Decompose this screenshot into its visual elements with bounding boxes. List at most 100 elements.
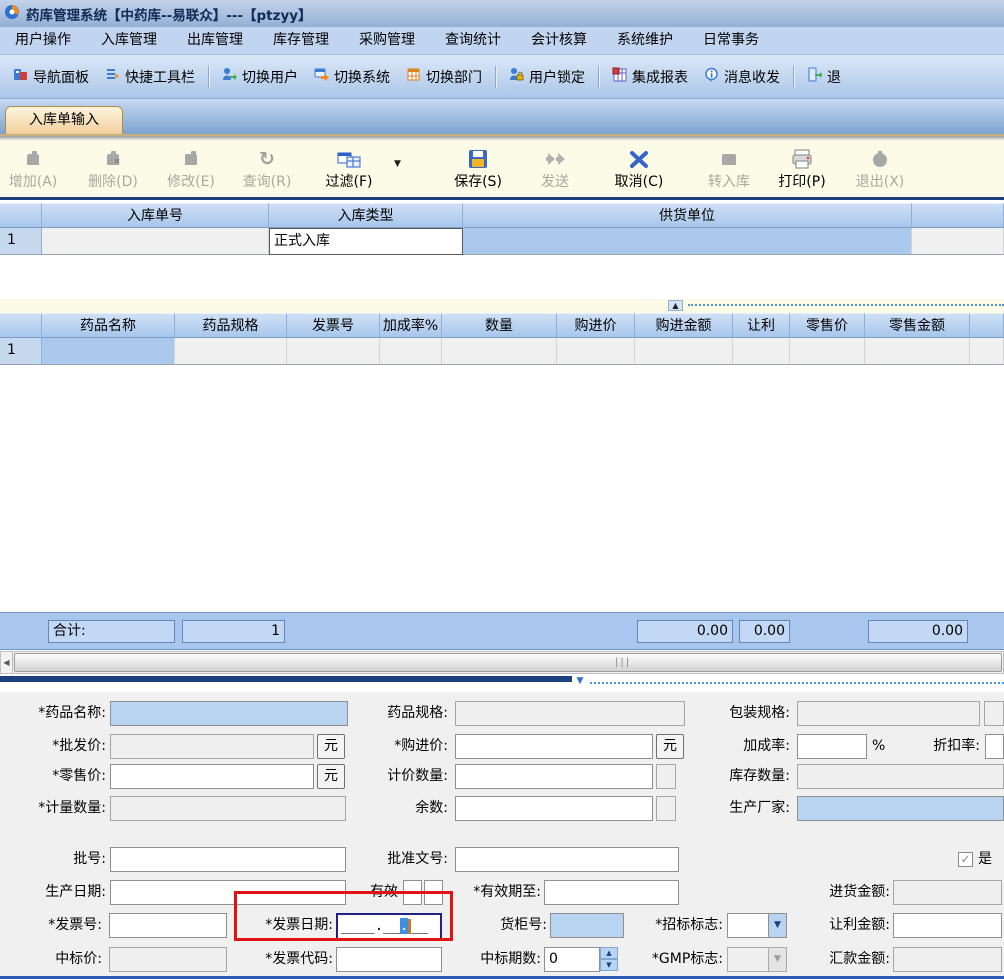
- save-button[interactable]: 保存(S): [446, 144, 510, 194]
- switch-dept-button[interactable]: 切换部门: [399, 64, 489, 90]
- exit-system-button[interactable]: 退: [800, 64, 848, 90]
- retail-price-cell[interactable]: [790, 338, 865, 365]
- supplier-cell[interactable]: [463, 228, 912, 255]
- column-header-invoice-no[interactable]: 发票号: [287, 313, 380, 338]
- send-button[interactable]: 发送: [524, 144, 586, 194]
- retail-amount-cell[interactable]: [865, 338, 970, 365]
- batch-no-field[interactable]: [110, 847, 346, 872]
- delete-button[interactable]: 删除(D): [82, 144, 144, 194]
- purchase-price-field[interactable]: [455, 734, 653, 759]
- menu-item-user-operations[interactable]: 用户操作: [0, 27, 86, 54]
- bid-periods-field[interactable]: 0: [544, 947, 600, 972]
- purchase-unit-button[interactable]: 元: [656, 734, 684, 759]
- stock-qty-field[interactable]: [797, 764, 1004, 789]
- cancel-button[interactable]: 取消(C): [606, 144, 672, 194]
- spin-up-icon[interactable]: ▲: [600, 947, 618, 959]
- modify-button[interactable]: 修改(E): [160, 144, 222, 194]
- column-header-purchase-amount[interactable]: 购进金额: [635, 313, 733, 338]
- invoice-no-field[interactable]: [109, 913, 227, 938]
- cabinet-no-field[interactable]: [550, 913, 624, 938]
- purchase-price-cell[interactable]: [557, 338, 635, 365]
- filter-button[interactable]: 过滤(F): [318, 144, 380, 194]
- quantity-cell[interactable]: [442, 338, 557, 365]
- drug-spec-cell[interactable]: [175, 338, 287, 365]
- column-header-rebate[interactable]: 让利: [733, 313, 790, 338]
- add-button[interactable]: 增加(A): [2, 144, 64, 194]
- invoice-date-field[interactable]: ____.__. __: [336, 913, 442, 940]
- chevron-down-icon[interactable]: ▼: [768, 914, 786, 937]
- retail-price-field[interactable]: [110, 764, 314, 789]
- inbound-type-cell[interactable]: 正式入库: [269, 228, 463, 255]
- pane-splitter-top[interactable]: ▲: [0, 299, 1004, 313]
- drug-spec-field[interactable]: [455, 701, 685, 726]
- column-header-drug-name[interactable]: 药品名称: [42, 313, 175, 338]
- gmp-flag-dropdown[interactable]: ▼: [727, 947, 787, 972]
- quick-toolbar-button[interactable]: 快捷工具栏: [98, 64, 202, 90]
- column-header-retail-price[interactable]: 零售价: [790, 313, 865, 338]
- rebate-amount-field[interactable]: [893, 913, 1002, 938]
- menu-item-outbound-management[interactable]: 出库管理: [172, 27, 258, 54]
- scroll-left-arrow[interactable]: ◀: [1, 652, 13, 673]
- menu-item-inbound-management[interactable]: 入库管理: [86, 27, 172, 54]
- production-date-field[interactable]: [110, 880, 346, 905]
- measure-qty-field[interactable]: [110, 796, 346, 821]
- nav-panel-button[interactable]: 导航面板: [6, 64, 96, 90]
- purchase-amount-cell[interactable]: [635, 338, 733, 365]
- validity-box-2[interactable]: [424, 880, 443, 905]
- menu-item-accounting[interactable]: 会计核算: [516, 27, 602, 54]
- collapse-down-icon[interactable]: ▼: [572, 675, 588, 687]
- drug-name-cell[interactable]: [42, 338, 175, 365]
- invoice-code-field[interactable]: [336, 947, 442, 972]
- query-button[interactable]: ↻ 查询(R): [236, 144, 298, 194]
- pricing-qty-field[interactable]: [455, 764, 653, 789]
- validity-box-1[interactable]: [403, 880, 422, 905]
- order-no-cell[interactable]: [42, 228, 269, 255]
- menu-item-inventory-management[interactable]: 库存管理: [258, 27, 344, 54]
- column-header-inbound-type[interactable]: 入库类型: [269, 203, 463, 228]
- column-header-drug-spec[interactable]: 药品规格: [175, 313, 287, 338]
- markup-rate-cell[interactable]: [380, 338, 442, 365]
- wholesale-price-field[interactable]: [110, 734, 314, 759]
- bid-price-field[interactable]: [109, 947, 227, 972]
- yes-checkbox[interactable]: ✓: [958, 852, 973, 867]
- markup-rate-field[interactable]: [797, 734, 867, 759]
- horizontal-scrollbar[interactable]: ◀ |||: [0, 651, 1004, 674]
- collapse-up-icon[interactable]: ▲: [668, 300, 683, 311]
- menu-item-query-statistics[interactable]: 查询统计: [430, 27, 516, 54]
- exit-button[interactable]: 退出(X): [848, 144, 912, 194]
- column-header-supplier[interactable]: 供货单位: [463, 203, 912, 228]
- switch-system-button[interactable]: 切换系统: [307, 64, 397, 90]
- column-header-purchase-price[interactable]: 购进价: [557, 313, 635, 338]
- wholesale-unit-button[interactable]: 元: [317, 734, 345, 759]
- menu-item-daily-affairs[interactable]: 日常事务: [688, 27, 774, 54]
- invoice-no-cell[interactable]: [287, 338, 380, 365]
- manufacturer-field[interactable]: [797, 796, 1004, 821]
- bid-periods-spinner[interactable]: ▲ ▼: [600, 947, 618, 972]
- bid-flag-dropdown[interactable]: ▼: [727, 913, 787, 938]
- purchase-amount-field[interactable]: [893, 880, 1002, 905]
- remainder-field[interactable]: [455, 796, 653, 821]
- switch-user-button[interactable]: 切换用户: [215, 64, 305, 90]
- menu-item-system-maintenance[interactable]: 系统维护: [602, 27, 688, 54]
- column-header-retail-amount[interactable]: 零售金额: [865, 313, 970, 338]
- discount-rate-field[interactable]: [985, 734, 1004, 759]
- print-button[interactable]: 打印(P): [770, 144, 834, 194]
- message-button[interactable]: 消息收发: [697, 64, 787, 90]
- scrollbar-thumb[interactable]: |||: [14, 653, 1002, 672]
- column-header-quantity[interactable]: 数量: [442, 313, 557, 338]
- report-button[interactable]: 集成报表: [605, 64, 695, 90]
- user-lock-button[interactable]: 用户锁定: [502, 64, 592, 90]
- spin-down-icon[interactable]: ▼: [600, 959, 618, 971]
- rebate-cell[interactable]: [733, 338, 790, 365]
- edge-field[interactable]: [984, 701, 1004, 726]
- filter-dropdown-arrow[interactable]: ▼: [394, 159, 401, 169]
- column-header-order-no[interactable]: 入库单号: [42, 203, 269, 228]
- remittance-amount-field[interactable]: [893, 947, 1002, 972]
- retail-unit-button[interactable]: 元: [317, 764, 345, 789]
- drug-name-field[interactable]: [110, 701, 348, 726]
- approval-no-field[interactable]: [455, 847, 679, 872]
- menu-item-procurement-management[interactable]: 采购管理: [344, 27, 430, 54]
- transfer-button[interactable]: 转入库: [694, 144, 764, 194]
- valid-until-field[interactable]: [544, 880, 679, 905]
- column-header-markup-rate[interactable]: 加成率%: [380, 313, 442, 338]
